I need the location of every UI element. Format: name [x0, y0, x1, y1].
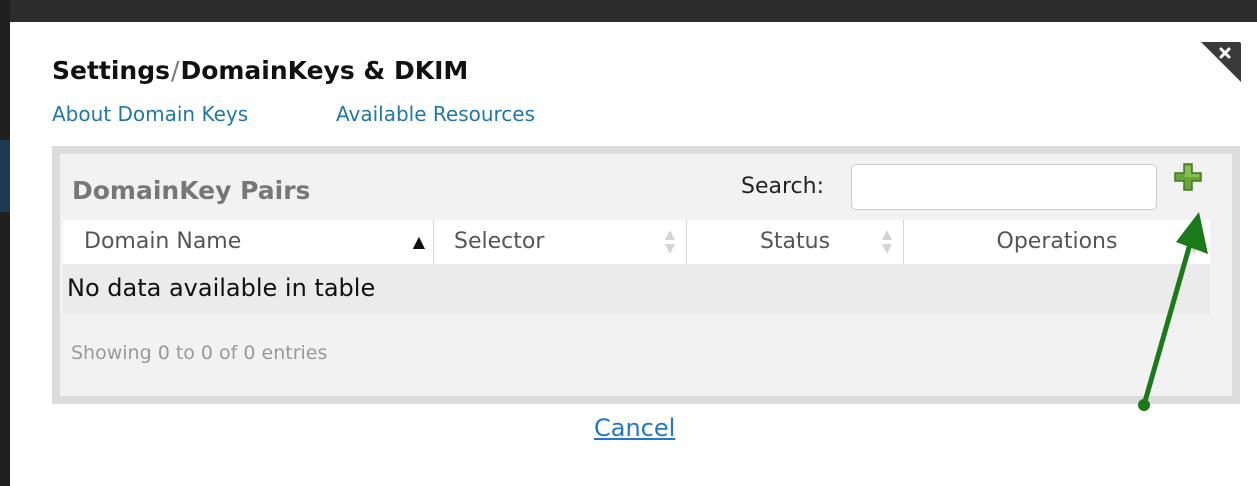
search-label: Search:	[741, 174, 824, 199]
search-input[interactable]	[851, 164, 1157, 210]
settings-dialog: Settings/DomainKeys & DKIM About Domain …	[16, 22, 1257, 486]
title-domainkeys: DomainKeys & DKIM	[180, 56, 469, 85]
available-resources-link[interactable]: Available Resources	[336, 102, 535, 126]
table-info: Showing 0 to 0 of 0 entries	[71, 342, 328, 364]
green-arrow-icon	[1138, 212, 1208, 411]
sort-both-icon	[665, 230, 675, 254]
column-selector-label: Selector	[454, 229, 545, 254]
about-domain-keys-link[interactable]: About Domain Keys	[52, 102, 248, 126]
backdrop-left	[0, 0, 10, 486]
column-domain-name[interactable]: Domain Name ▲	[63, 220, 434, 264]
column-domain-name-label: Domain Name	[84, 229, 242, 254]
column-status[interactable]: Status	[687, 220, 904, 264]
close-x-icon	[1201, 42, 1241, 82]
close-button[interactable]	[1197, 40, 1243, 86]
sort-both-icon	[882, 230, 892, 254]
cancel-link[interactable]: Cancel	[594, 414, 675, 442]
add-domainkey-button[interactable]	[1172, 161, 1204, 193]
column-selector[interactable]: Selector	[434, 220, 687, 264]
table-header: Domain Name ▲ Selector Status Operations	[63, 220, 1210, 264]
backdrop-left-accent	[0, 140, 10, 212]
title-settings: Settings	[52, 56, 171, 85]
panel-title: DomainKey Pairs	[72, 176, 311, 205]
plus-icon	[1174, 163, 1202, 191]
dialog-title: Settings/DomainKeys & DKIM	[52, 56, 468, 85]
column-operations-label: Operations	[996, 229, 1118, 254]
title-separator: /	[171, 56, 180, 85]
column-status-label: Status	[759, 229, 831, 254]
empty-table-message: No data available in table	[67, 274, 376, 302]
sort-ascending-icon: ▲	[412, 232, 425, 251]
domainkey-pairs-panel: DomainKey Pairs Search: Domain Name ▲ Se…	[52, 146, 1240, 404]
backdrop-top	[0, 0, 1257, 22]
table-row-empty: No data available in table	[63, 264, 1210, 314]
